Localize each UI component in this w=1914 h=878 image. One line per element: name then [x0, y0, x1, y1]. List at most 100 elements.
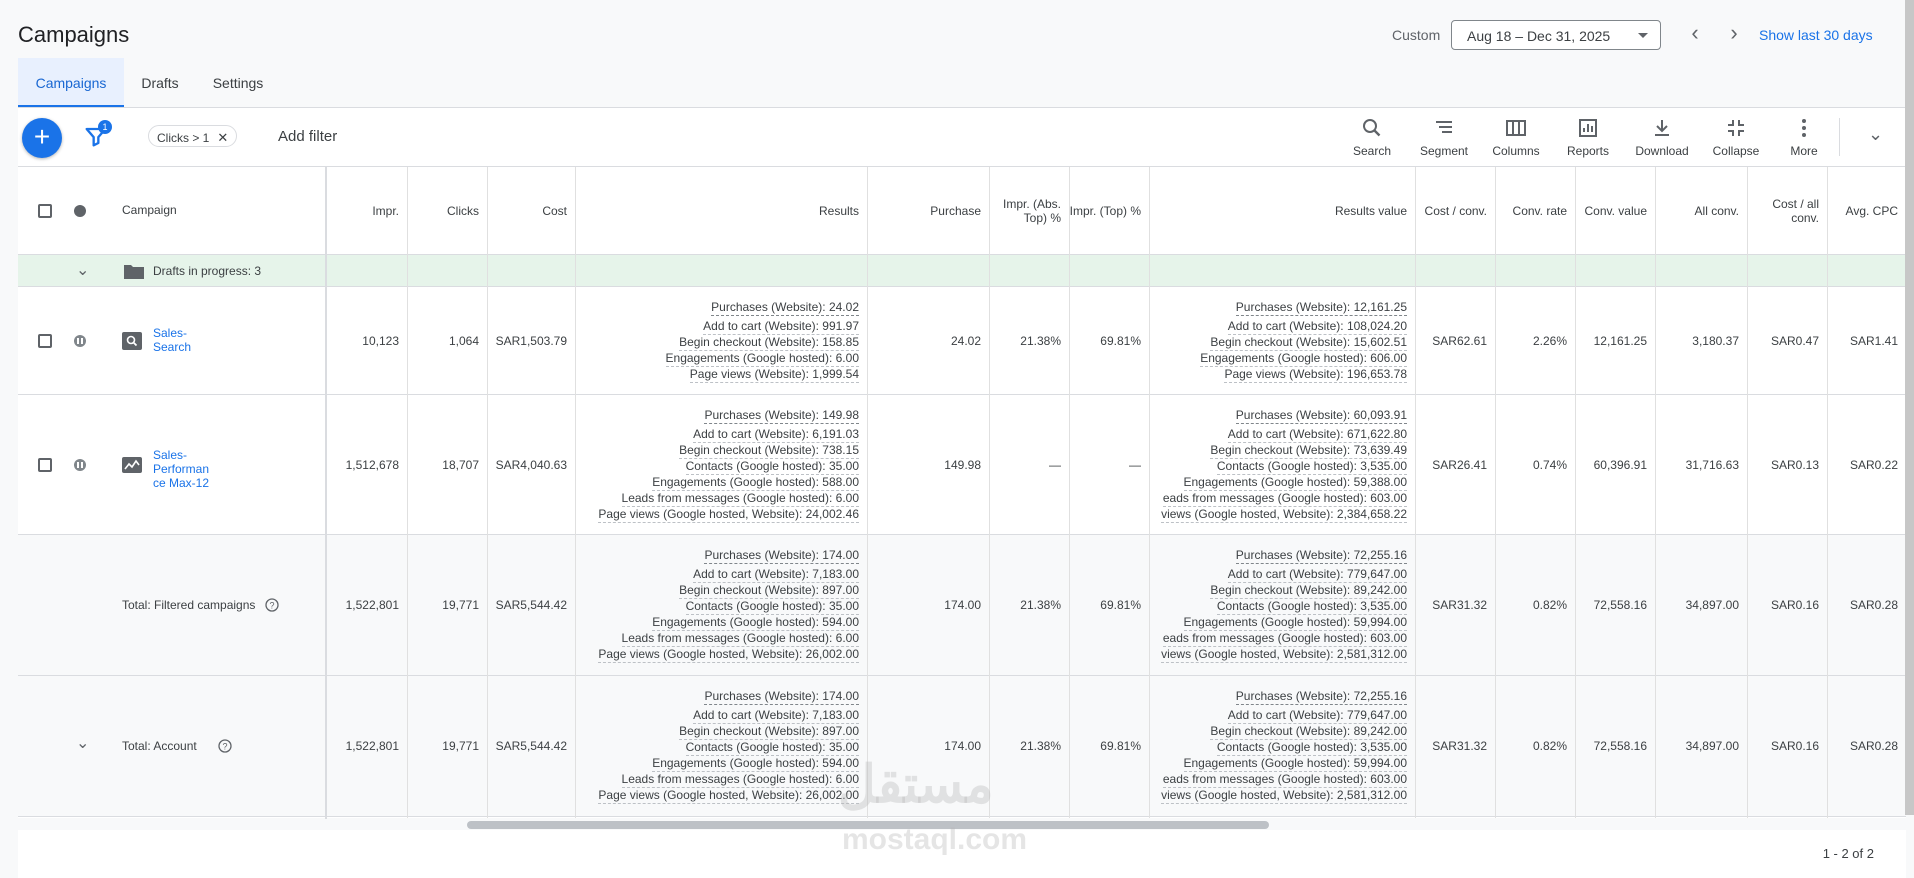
result-value-line[interactable]: Contacts (Google hosted): 3,535.00	[1216, 740, 1407, 756]
result-line[interactable]: Add to cart (Website): 7,183.00	[693, 708, 859, 724]
column-header-cost[interactable]: Cost	[487, 167, 575, 254]
show-last-30-days-link[interactable]: Show last 30 days	[1759, 27, 1873, 43]
vertical-scrollbar[interactable]	[1905, 0, 1914, 815]
more-tool-button[interactable]: More	[1771, 116, 1837, 158]
column-header-impr[interactable]: Impr.	[327, 167, 407, 254]
collapse-tool-button[interactable]: Collapse	[1703, 116, 1769, 158]
close-icon[interactable]: ✕	[217, 130, 228, 145]
result-value-line[interactable]: Add to cart (Website): 108,024.20	[1227, 319, 1407, 335]
column-header-purchase[interactable]: Purchase	[867, 167, 989, 254]
segment-tool-button[interactable]: Segment	[1411, 116, 1477, 158]
result-value-line[interactable]: Begin checkout (Website): 89,242.00	[1210, 724, 1407, 740]
result-line[interactable]: Begin checkout (Website): 897.00	[679, 724, 859, 740]
column-header-all-conv[interactable]: All conv.	[1655, 167, 1747, 254]
result-value-line[interactable]: Purchases (Website): 12,161.25	[1235, 299, 1407, 316]
result-line[interactable]: Engagements (Google hosted): 594.00	[652, 615, 859, 631]
result-value-line[interactable]: Contacts (Google hosted): 3,535.00	[1216, 459, 1407, 475]
column-header-results-value[interactable]: Results value	[1149, 167, 1415, 254]
result-value-line[interactable]: eads from messages (Google hosted): 603.…	[1162, 631, 1407, 647]
result-line[interactable]: Engagements (Google hosted): 594.00	[652, 756, 859, 772]
column-header-impr-abs-top[interactable]: Impr. (Abs. Top) %	[989, 167, 1069, 254]
previous-period-icon[interactable]: ‹	[1685, 22, 1705, 46]
result-line[interactable]: Purchases (Website): 149.98	[704, 407, 859, 424]
result-line[interactable]: Page views (Google hosted, Website): 26,…	[598, 647, 859, 663]
next-period-icon[interactable]: ›	[1724, 22, 1744, 46]
column-header-cost-conv[interactable]: Cost / conv.	[1415, 167, 1495, 254]
result-value-line[interactable]: Begin checkout (Website): 15,602.51	[1210, 335, 1407, 351]
result-value-line[interactable]: views (Google hosted, Website): 2,581,31…	[1161, 647, 1407, 663]
chevron-down-icon[interactable]: ⌄	[76, 733, 89, 753]
select-all-checkbox[interactable]	[38, 204, 52, 218]
drafts-in-progress-row[interactable]: ⌄ Drafts in progress: 3	[18, 255, 1906, 287]
row-checkbox[interactable]	[38, 334, 52, 348]
paused-status-icon[interactable]	[74, 459, 86, 471]
result-line[interactable]: Engagements (Google hosted): 6.00	[665, 351, 859, 367]
result-value-line[interactable]: Purchases (Website): 60,093.91	[1235, 407, 1407, 424]
result-line[interactable]: Contacts (Google hosted): 35.00	[685, 599, 859, 615]
result-value-line[interactable]: Purchases (Website): 72,255.16	[1235, 688, 1407, 705]
result-line[interactable]: Page views (Website): 1,999.54	[689, 367, 859, 383]
create-campaign-button[interactable]: +	[22, 118, 62, 158]
result-value-line[interactable]: Add to cart (Website): 779,647.00	[1227, 708, 1407, 724]
result-line[interactable]: Purchases (Website): 24.02	[711, 299, 859, 316]
result-value-line[interactable]: Purchases (Website): 72,255.16	[1235, 547, 1407, 564]
result-line[interactable]: Begin checkout (Website): 897.00	[679, 583, 859, 599]
campaign-name-link[interactable]: Sales- Performan ce Max-12	[153, 448, 209, 490]
result-value-line[interactable]: Engagements (Google hosted): 606.00	[1200, 351, 1407, 367]
result-value-line[interactable]: Begin checkout (Website): 73,639.49	[1210, 443, 1407, 459]
column-header-cost-all-conv[interactable]: Cost / all conv.	[1747, 167, 1827, 254]
result-value-line[interactable]: eads from messages (Google hosted): 603.…	[1162, 491, 1407, 507]
result-line[interactable]: Leads from messages (Google hosted): 6.0…	[621, 631, 859, 647]
column-header-campaign[interactable]: Campaign	[122, 203, 177, 217]
filter-chip[interactable]: Clicks > 1 ✕	[148, 125, 238, 147]
column-divider	[867, 167, 868, 818]
column-header-conv-value[interactable]: Conv. value	[1575, 167, 1655, 254]
columns-tool-button[interactable]: Columns	[1483, 116, 1549, 158]
tab-campaigns[interactable]: Campaigns	[18, 58, 124, 108]
result-line[interactable]: Page views (Google hosted, Website): 26,…	[598, 788, 859, 804]
campaign-name-link[interactable]: Sales- Search	[153, 326, 191, 354]
result-value-line[interactable]: Add to cart (Website): 671,622.80	[1227, 427, 1407, 443]
reports-tool-button[interactable]: Reports	[1555, 116, 1621, 158]
result-line[interactable]: Add to cart (Website): 7,183.00	[693, 567, 859, 583]
help-icon[interactable]: ?	[265, 598, 279, 612]
result-line[interactable]: Begin checkout (Website): 158.85	[679, 335, 859, 351]
result-value-line[interactable]: Engagements (Google hosted): 59,388.00	[1183, 475, 1407, 491]
result-line[interactable]: Contacts (Google hosted): 35.00	[685, 740, 859, 756]
date-range-picker[interactable]: Aug 18 – Dec 31, 2025	[1451, 20, 1661, 50]
download-tool-button[interactable]: Download	[1629, 116, 1695, 158]
column-header-clicks[interactable]: Clicks	[407, 167, 487, 254]
paused-status-icon[interactable]	[74, 335, 86, 347]
result-line[interactable]: Add to cart (Website): 6,191.03	[693, 427, 859, 443]
column-header-conv-rate[interactable]: Conv. rate	[1495, 167, 1575, 254]
column-header-results[interactable]: Results	[575, 167, 867, 254]
result-value-line[interactable]: Engagements (Google hosted): 59,994.00	[1183, 615, 1407, 631]
tab-settings[interactable]: Settings	[196, 58, 280, 108]
reports-icon	[1579, 119, 1597, 137]
result-line[interactable]: Leads from messages (Google hosted): 6.0…	[621, 491, 859, 507]
add-filter-button[interactable]: Add filter	[278, 128, 337, 145]
result-line[interactable]: Purchases (Website): 174.00	[704, 688, 859, 705]
result-value-line[interactable]: views (Google hosted, Website): 2,581,31…	[1161, 788, 1407, 804]
result-value-line[interactable]: Begin checkout (Website): 89,242.00	[1210, 583, 1407, 599]
result-value-line[interactable]: Contacts (Google hosted): 3,535.00	[1216, 599, 1407, 615]
result-value-line[interactable]: eads from messages (Google hosted): 603.…	[1162, 772, 1407, 788]
tab-drafts[interactable]: Drafts	[124, 58, 196, 108]
row-checkbox[interactable]	[38, 458, 52, 472]
search-tool-button[interactable]: Search	[1339, 116, 1405, 158]
result-line[interactable]: Begin checkout (Website): 738.15	[679, 443, 859, 459]
result-value-line[interactable]: Page views (Website): 196,653.78	[1224, 367, 1407, 383]
result-line[interactable]: Add to cart (Website): 991.97	[703, 319, 859, 335]
result-line[interactable]: Purchases (Website): 174.00	[704, 547, 859, 564]
result-line[interactable]: Engagements (Google hosted): 588.00	[652, 475, 859, 491]
result-line[interactable]: Leads from messages (Google hosted): 6.0…	[621, 772, 859, 788]
chevron-down-icon[interactable]: ⌄	[1868, 124, 1883, 145]
result-value-line[interactable]: Engagements (Google hosted): 59,994.00	[1183, 756, 1407, 772]
column-header-impr-top[interactable]: Impr. (Top) %	[1069, 167, 1149, 254]
column-header-avg-cpc[interactable]: Avg. CPC	[1827, 167, 1906, 254]
result-line[interactable]: Page views (Google hosted, Website): 24,…	[598, 507, 859, 523]
result-value-line[interactable]: views (Google hosted, Website): 2,384,65…	[1161, 507, 1407, 523]
help-icon[interactable]: ?	[218, 739, 232, 753]
result-value-line[interactable]: Add to cart (Website): 779,647.00	[1227, 567, 1407, 583]
result-line[interactable]: Contacts (Google hosted): 35.00	[685, 459, 859, 475]
